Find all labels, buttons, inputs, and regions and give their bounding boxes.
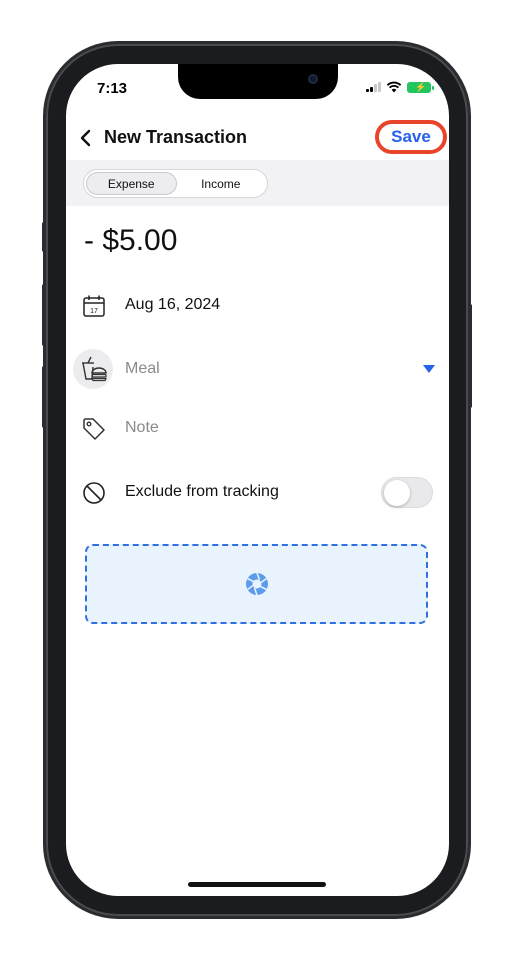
note-row[interactable]: Note	[66, 406, 449, 450]
toggle-knob	[384, 480, 410, 506]
phone-volume-up-button	[42, 284, 46, 346]
wifi-icon	[386, 81, 402, 93]
exclude-row: Exclude from tracking	[66, 470, 449, 514]
category-row[interactable]: Meal	[66, 347, 449, 391]
front-camera	[308, 74, 318, 84]
phone-volume-down-button	[42, 366, 46, 428]
meal-icon	[82, 356, 107, 382]
amount-field[interactable]: - $5.00	[84, 224, 177, 258]
exclude-toggle[interactable]	[381, 477, 433, 508]
calendar-icon: 17	[83, 295, 105, 317]
status-icons: ⚡	[366, 81, 434, 93]
notch	[178, 64, 338, 99]
type-selector-bar: Expense Income	[66, 160, 449, 206]
home-indicator[interactable]	[188, 882, 326, 887]
header: New Transaction Save	[66, 120, 449, 160]
camera-aperture-icon	[245, 572, 268, 596]
cellular-signal-icon	[366, 82, 381, 92]
phone-screen: 7:13 ⚡ New Transaction Save Expense Inco…	[66, 64, 449, 896]
exclude-label: Exclude from tracking	[125, 483, 279, 500]
attachment-dropzone[interactable]	[85, 544, 428, 624]
segment-income[interactable]: Income	[177, 172, 266, 195]
save-button[interactable]: Save	[375, 120, 447, 154]
note-field[interactable]: Note	[125, 419, 159, 437]
page-title: New Transaction	[104, 127, 248, 147]
tag-icon	[83, 418, 105, 440]
transaction-type-segmented-control: Expense Income	[83, 169, 268, 198]
category-value: Meal	[125, 360, 160, 377]
meal-icon-background	[73, 349, 113, 389]
date-row[interactable]: 17 Aug 16, 2024	[66, 283, 449, 327]
svg-text:17: 17	[90, 308, 98, 315]
prohibit-icon	[83, 482, 105, 504]
phone-side-button	[42, 222, 46, 252]
battery-charging-icon: ⚡	[407, 81, 434, 93]
dropdown-caret-icon[interactable]	[423, 365, 435, 373]
chevron-left-icon[interactable]	[76, 126, 96, 150]
phone-power-button	[468, 304, 472, 408]
segment-expense[interactable]: Expense	[86, 172, 177, 195]
status-time: 7:13	[97, 80, 128, 97]
date-value: Aug 16, 2024	[125, 296, 221, 313]
